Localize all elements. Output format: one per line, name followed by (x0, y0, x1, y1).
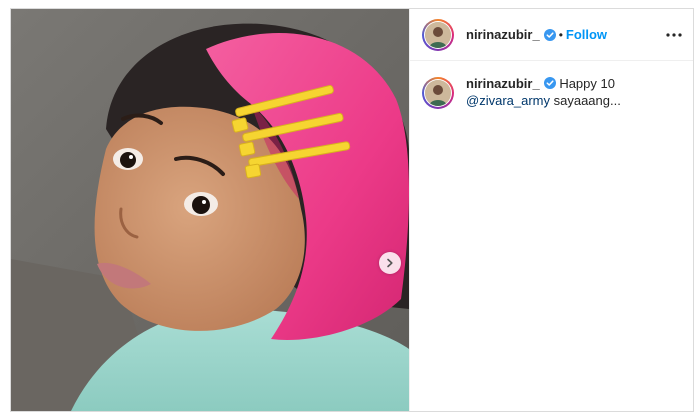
follow-button[interactable]: Follow (566, 27, 607, 42)
more-options-button[interactable] (665, 26, 683, 44)
post-header: nirinazubir_ • Follow (410, 9, 693, 61)
post-caption: nirinazubir_ Happy 10 @zivara_army sayaa… (410, 61, 693, 109)
avatar-image (425, 21, 451, 48)
caption-username-link[interactable]: nirinazubir_ (466, 76, 540, 91)
portrait-image (11, 9, 409, 411)
mention-link[interactable]: @zivara_army (466, 93, 550, 108)
username-link[interactable]: nirinazubir_ (466, 27, 540, 42)
avatar-image (425, 80, 451, 106)
caption-body: Happy 10 (559, 76, 615, 91)
post-photo[interactable] (11, 9, 409, 411)
separator-dot: • (558, 27, 563, 42)
verified-badge-icon (543, 28, 556, 41)
avatar[interactable] (422, 18, 454, 51)
caption-avatar[interactable] (422, 77, 454, 109)
post-side-panel: nirinazubir_ • Follow nirinazubir_ Happy… (409, 9, 693, 411)
post-card: nirinazubir_ • Follow nirinazubir_ Happy… (10, 8, 694, 412)
caption-text: nirinazubir_ Happy 10 @zivara_army sayaa… (466, 75, 676, 109)
next-photo-button[interactable] (379, 252, 401, 274)
more-options-icon (666, 33, 682, 37)
chevron-right-icon (387, 258, 393, 268)
verified-badge-icon (543, 77, 556, 89)
caption-body-end: sayaaang... (550, 93, 621, 108)
